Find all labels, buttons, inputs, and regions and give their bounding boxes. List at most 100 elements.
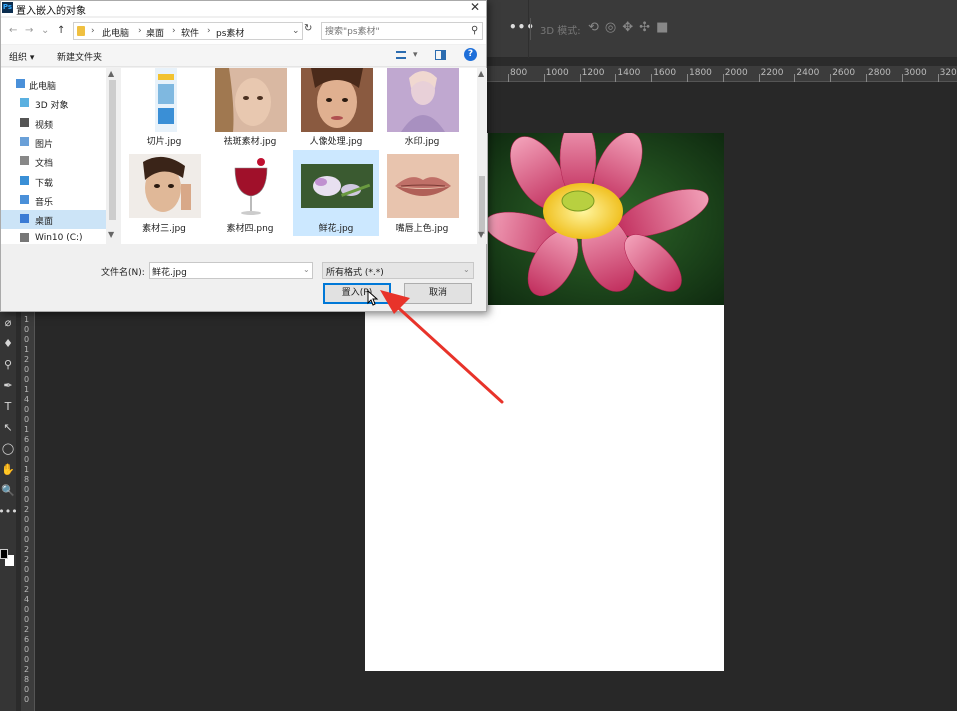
nav-item-label: 视频: [35, 120, 54, 131]
recent-dropdown-icon[interactable]: ⌄: [41, 25, 49, 36]
options-separator: [530, 18, 531, 40]
refresh-icon[interactable]: ↻: [304, 23, 312, 34]
scroll-up-icon[interactable]: ▲: [108, 69, 114, 78]
dodge-tool-icon[interactable]: ⚲: [0, 354, 16, 375]
file-item[interactable]: 素材三.jpg: [121, 150, 207, 236]
file-type-select[interactable]: 所有格式 (*.*) ⌄: [322, 262, 474, 279]
ruler-tick-label: 1800: [689, 68, 712, 78]
dialog-titlebar[interactable]: Ps 置入嵌入的对象 ✕: [1, 0, 486, 17]
zoom-tool-icon[interactable]: 🔍: [0, 480, 16, 501]
scroll-up-icon[interactable]: ▲: [478, 69, 484, 78]
roll-3d-icon[interactable]: ◎: [605, 20, 616, 35]
search-input[interactable]: [325, 25, 465, 38]
help-icon[interactable]: ?: [464, 48, 477, 61]
nav-item-label: Win10 (C:): [35, 233, 83, 244]
ruler-tick-label: 1400: [617, 68, 641, 78]
ruler-tick-label: 2: [24, 625, 30, 634]
nav-item-label: 图片: [35, 139, 54, 150]
ruler-tick-label: 1: [24, 315, 30, 324]
model-face-thumbnail: [129, 154, 201, 218]
file-item[interactable]: 嘴唇上色.jpg: [379, 150, 465, 236]
wine-glass-thumbnail: [215, 154, 287, 218]
file-item[interactable]: 素材四.png: [207, 150, 293, 236]
ruler-tick-label: 8: [24, 675, 30, 684]
file-item[interactable]: 水印.jpg: [379, 68, 465, 147]
search-field[interactable]: ⚲: [321, 22, 483, 40]
view-dropdown-icon[interactable]: ▾: [413, 50, 418, 60]
file-item[interactable]: 切片.jpg: [121, 68, 207, 147]
lips-thumbnail: [387, 154, 459, 218]
scroll-down-icon[interactable]: ▼: [108, 230, 114, 239]
nav-item-label: 3D 对象: [35, 101, 69, 112]
scrollbar-thumb[interactable]: [479, 176, 485, 234]
file-type-dropdown-icon[interactable]: ⌄: [463, 265, 470, 274]
drag-3d-icon[interactable]: ✥: [622, 20, 633, 35]
ruler-tick-label: 2: [24, 585, 30, 594]
preview-pane-icon[interactable]: [435, 50, 446, 60]
ruler-tick-label: 0: [24, 485, 30, 494]
filename-dropdown-icon[interactable]: ⌄: [303, 265, 310, 274]
drop-tool-icon[interactable]: ♦: [0, 333, 16, 354]
type-tool-icon[interactable]: T: [0, 396, 16, 417]
navigation-scrollbar[interactable]: ▲ ▼: [106, 68, 119, 244]
annotation-arrow-icon: [380, 290, 504, 404]
nav-item[interactable]: 图片: [1, 133, 106, 152]
breadcrumb-this-pc[interactable]: 此电脑: [102, 26, 129, 39]
nav-item[interactable]: 桌面: [1, 210, 106, 230]
breadcrumb-ps-materials[interactable]: ps素材: [216, 26, 244, 39]
forward-arrow-icon[interactable]: →: [25, 25, 33, 36]
breadcrumb-separator: ›: [138, 26, 142, 36]
close-icon[interactable]: ✕: [470, 0, 480, 14]
slide-3d-icon[interactable]: ✣: [639, 20, 650, 35]
pen-tool-icon[interactable]: ✒: [0, 375, 16, 396]
file-item[interactable]: 人像处理.jpg: [293, 68, 379, 147]
filename-field[interactable]: ⌄: [149, 262, 313, 279]
breadcrumb-software[interactable]: 软件: [181, 26, 199, 39]
downloads-icon: [20, 175, 29, 185]
file-item[interactable]: 祛斑素材.jpg: [207, 68, 293, 147]
filename-input[interactable]: [152, 265, 292, 277]
vertical-ruler[interactable]: 100120014001600180020002200240026002800: [21, 312, 35, 711]
hand-tool-icon[interactable]: ✋: [0, 459, 16, 480]
nav-item-label: 文档: [35, 159, 54, 170]
nav-item[interactable]: Win10 (C:): [1, 229, 106, 244]
file-name: 人像处理.jpg: [309, 137, 363, 147]
nav-item[interactable]: 视频: [1, 114, 106, 133]
foreground-color-swatch[interactable]: [0, 549, 8, 559]
nav-item[interactable]: 3D 对象: [1, 94, 106, 113]
ruler-tick-label: 0: [24, 535, 30, 544]
path-select-tool-icon[interactable]: ↖: [0, 417, 16, 438]
file-item[interactable]: 鲜花.jpg: [293, 150, 379, 236]
nav-item[interactable]: 音乐: [1, 191, 106, 210]
ruler-tick-label: 2: [24, 355, 30, 364]
more-tools-icon[interactable]: •••: [0, 501, 18, 522]
orbit-3d-icon[interactable]: ⟲: [588, 20, 599, 35]
file-name: 素材三.jpg: [142, 224, 186, 234]
view-options-icon[interactable]: [396, 51, 406, 59]
placed-lotus-image[interactable]: [488, 133, 724, 305]
nav-item[interactable]: 下载: [1, 172, 106, 191]
address-dropdown-icon[interactable]: ⌄: [292, 26, 300, 36]
ruler-tick-label: 1600: [653, 68, 677, 78]
ruler-tick-label: 3000: [903, 68, 927, 78]
address-bar[interactable]: › 此电脑 › 桌面 › 软件 › ps素材 ⌄: [73, 22, 303, 40]
spot-heal-tool-icon[interactable]: ⌀: [0, 312, 16, 333]
camera-3d-icon[interactable]: ■: [656, 20, 668, 35]
breadcrumb-desktop[interactable]: 桌面: [146, 26, 164, 39]
nav-item[interactable]: 此电脑: [1, 75, 106, 94]
search-icon[interactable]: ⚲: [471, 25, 478, 36]
new-folder-button[interactable]: 新建文件夹: [57, 50, 102, 63]
scroll-down-icon[interactable]: ▼: [478, 230, 484, 239]
ellipse-tool-icon[interactable]: ◯: [0, 438, 16, 459]
ruler-tick-label: 0: [24, 455, 30, 464]
ruler-tick-label: 2: [24, 665, 30, 674]
breadcrumb-separator: ›: [91, 26, 95, 36]
nav-item-label: 下载: [35, 178, 54, 189]
scrollbar-thumb[interactable]: [109, 80, 116, 220]
up-arrow-icon[interactable]: ↑: [57, 25, 65, 36]
nav-item[interactable]: 文档: [1, 152, 106, 171]
file-list-scrollbar[interactable]: ▲ ▼: [477, 68, 487, 244]
organize-menu[interactable]: 组织 ▾: [9, 50, 34, 63]
back-arrow-icon[interactable]: ←: [9, 25, 17, 36]
more-options-button[interactable]: •••: [509, 20, 535, 34]
